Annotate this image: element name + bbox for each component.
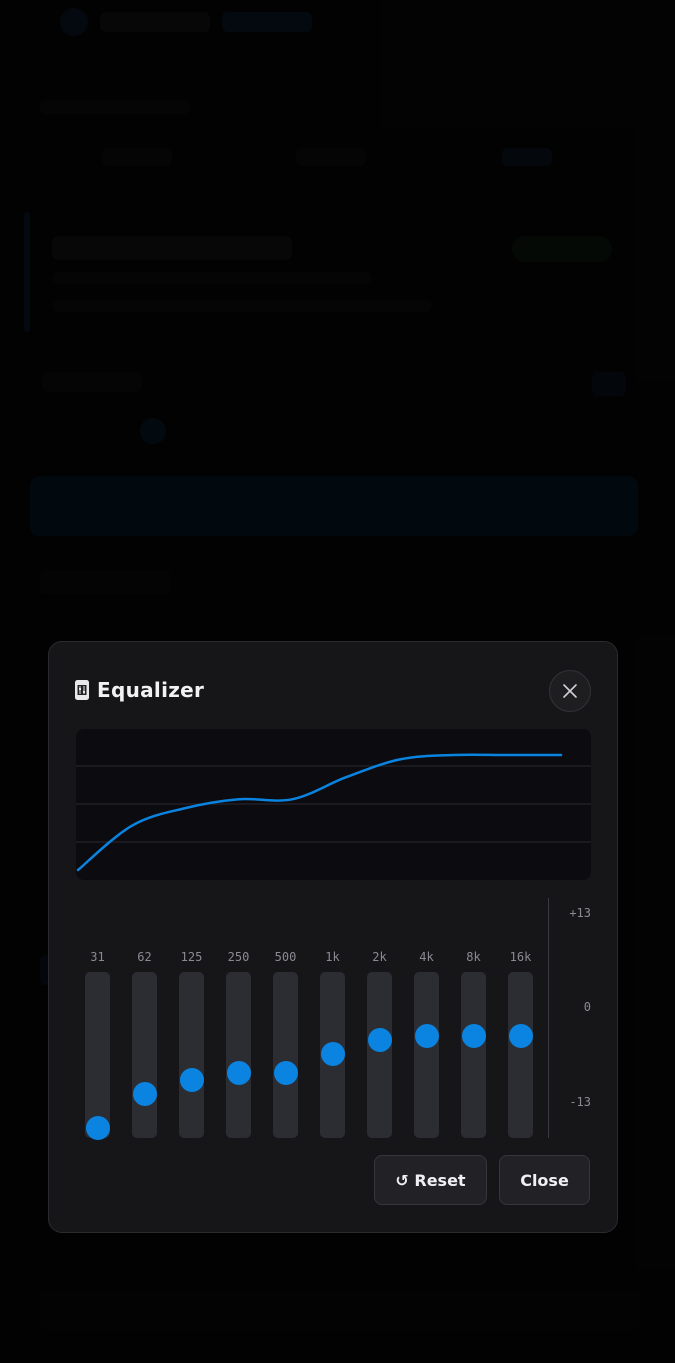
- band-slider-track[interactable]: [85, 972, 110, 1140]
- band-label: 8k: [466, 950, 481, 964]
- close-icon: [563, 684, 577, 698]
- band-slider-knob[interactable]: [415, 1024, 439, 1048]
- band-label: 250: [227, 950, 250, 964]
- equalizer-icon: [75, 680, 89, 700]
- equalizer-dialog: Equalizer 31 62 125 250 500 1k 2k 4k 8k 16k +13 0…: [48, 641, 618, 1233]
- close-button[interactable]: Close: [499, 1155, 590, 1205]
- band-label: 31: [90, 950, 105, 964]
- band-label: 62: [137, 950, 152, 964]
- frequency-response-graph: [76, 729, 591, 880]
- band-slider-knob[interactable]: [368, 1027, 392, 1052]
- response-curve-line: [76, 753, 563, 872]
- band-slider-knob[interactable]: [274, 1060, 298, 1085]
- band-label: 16k: [509, 950, 532, 964]
- band-slider-track[interactable]: [508, 972, 533, 1138]
- response-curve: [76, 753, 591, 872]
- dialog-title: Equalizer: [97, 678, 205, 702]
- band-slider-knob[interactable]: [509, 1024, 533, 1048]
- band-label: 2k: [372, 950, 387, 964]
- reset-button[interactable]: ↺ Reset: [374, 1155, 487, 1205]
- band-slider-track[interactable]: [320, 972, 345, 1138]
- gain-scale-axis: [548, 898, 549, 1138]
- band-label: 500: [274, 950, 297, 964]
- band-slider-knob[interactable]: [86, 1116, 110, 1140]
- band-label: 4k: [419, 950, 434, 964]
- band-slider-knob[interactable]: [180, 1067, 204, 1092]
- band-slider-track[interactable]: [414, 972, 439, 1138]
- scale-max-label: +13: [569, 906, 591, 920]
- band-slider-track[interactable]: [179, 972, 204, 1138]
- band-slider-knob[interactable]: [133, 1082, 157, 1107]
- band-slider-track[interactable]: [461, 972, 486, 1138]
- band-slider-track[interactable]: [132, 972, 157, 1138]
- close-icon-button[interactable]: [549, 670, 591, 712]
- band-slider-track[interactable]: [273, 972, 298, 1138]
- band-slider-knob[interactable]: [227, 1060, 251, 1085]
- scale-zero-label: 0: [583, 1000, 591, 1014]
- dialog-header: Equalizer: [75, 678, 204, 702]
- scale-min-label: -13: [569, 1095, 591, 1109]
- band-label: 1k: [325, 950, 340, 964]
- band-slider-track[interactable]: [226, 972, 251, 1138]
- band-slider-track[interactable]: [367, 972, 392, 1138]
- band-slider-knob[interactable]: [321, 1042, 345, 1067]
- band-slider-knob[interactable]: [462, 1024, 486, 1048]
- band-label: 125: [180, 950, 203, 964]
